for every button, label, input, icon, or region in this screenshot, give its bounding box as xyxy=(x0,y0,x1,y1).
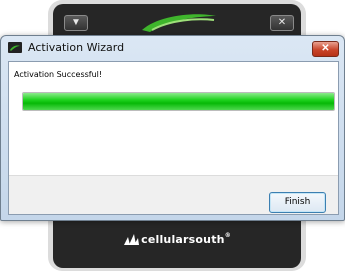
app-icon xyxy=(8,42,22,53)
brand-logo: cellularsouth® xyxy=(53,232,301,246)
swoosh-logo-icon xyxy=(142,14,216,32)
activation-progress-bar xyxy=(22,92,335,111)
finish-button[interactable]: Finish xyxy=(269,192,326,213)
brand-registered: ® xyxy=(224,232,231,239)
status-message: Activation Successful! xyxy=(14,70,103,79)
content-panel: Activation Successful! xyxy=(9,62,338,175)
dialog-titlebar[interactable]: Activation Wizard ✕ xyxy=(1,36,344,60)
dialog-title: Activation Wizard xyxy=(28,41,125,54)
separator xyxy=(9,175,338,176)
device-close-button[interactable]: ✕ xyxy=(270,15,294,31)
progress-fill xyxy=(23,93,334,110)
device-menu-button[interactable]: ▼ xyxy=(64,15,88,31)
activation-wizard-dialog: Activation Wizard ✕ Activation Successfu… xyxy=(0,35,345,221)
cellular-waves-icon xyxy=(124,234,140,245)
dialog-close-button[interactable]: ✕ xyxy=(312,41,339,57)
brand-text: cellularsouth xyxy=(141,233,225,246)
